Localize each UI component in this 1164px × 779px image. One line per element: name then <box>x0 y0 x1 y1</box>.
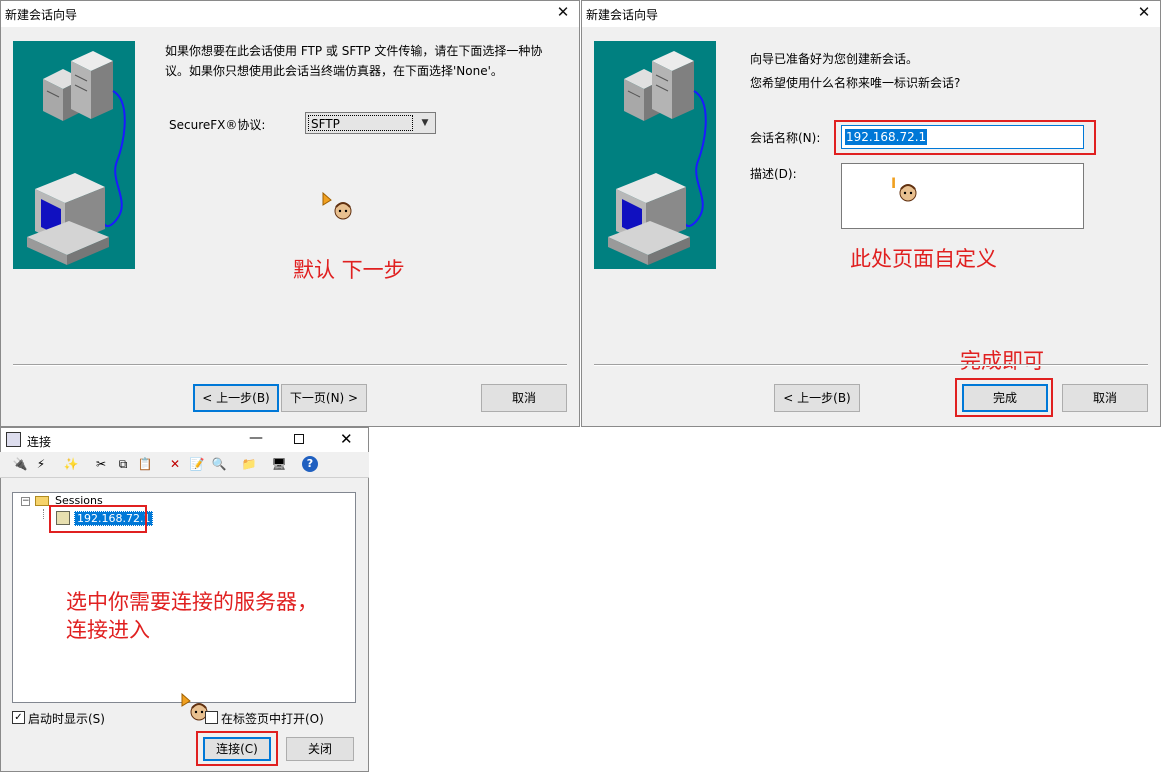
wizard2-titlebar: 新建会话向导 ✕ <box>582 1 1160 27</box>
session-name-highlight <box>834 120 1096 155</box>
finish-button-highlight <box>955 378 1053 417</box>
connect-annotation-line2: 连接进入 <box>66 618 150 642</box>
show-on-startup-label: 启动时显示(S) <box>28 712 105 726</box>
wizard2-separator <box>594 364 1148 366</box>
quick-connect-icon[interactable]: ⚡ <box>33 456 49 472</box>
cut-icon[interactable]: ✂ <box>93 456 109 472</box>
close-icon[interactable]: ✕ <box>340 430 353 448</box>
wizard2-finish-annotation: 完成即可 <box>960 349 1044 373</box>
description-label: 描述(D): <box>750 167 797 181</box>
tree-line <box>43 509 44 519</box>
wizard1-desc-line1: 如果你想要在此会话使用 FTP 或 SFTP 文件传输，请在下面选择一种协 <box>165 44 543 58</box>
wizard2-title: 新建会话向导 <box>586 8 659 22</box>
wizard2-back-button[interactable]: < 上一步(B) <box>774 384 860 412</box>
tree-item-highlight <box>49 505 147 533</box>
wizard1-illustration <box>13 41 135 269</box>
delete-icon[interactable]: ✕ <box>167 456 183 472</box>
server-computer-icon <box>27 51 126 265</box>
show-on-startup-checkbox[interactable]: ✓ <box>12 711 25 724</box>
connect-annotation-line1: 选中你需要连接的服务器， <box>66 590 318 614</box>
wizard2-illustration <box>594 41 716 269</box>
close-icon[interactable]: ✕ <box>555 4 571 20</box>
wizard1-separator <box>13 364 567 366</box>
tree-collapse-icon[interactable]: − <box>21 497 30 506</box>
server-computer-icon <box>608 51 707 265</box>
wizard2-line2: 您希望使用什么名称来唯一标识新会话? <box>750 76 961 90</box>
wizard1-titlebar: 新建会话向导 ✕ <box>1 1 579 27</box>
properties-icon[interactable]: 📝 <box>189 456 205 472</box>
wizard1-description: 如果你想要在此会话使用 FTP 或 SFTP 文件传输，请在下面选择一种协 议。… <box>165 41 565 81</box>
wizard2-page-annotation: 此处页面自定义 <box>850 247 997 271</box>
wizard1-desc-line2: 议。如果你只想使用此会话当终端仿真器，在下面选择'None'。 <box>165 64 503 78</box>
open-in-tab-checkbox[interactable] <box>205 711 218 724</box>
close-button[interactable]: 关闭 <box>286 737 354 761</box>
paste-icon[interactable]: 📋 <box>137 456 153 472</box>
description-input[interactable] <box>841 163 1084 229</box>
session-manager-icon <box>6 432 21 447</box>
wizard2-cancel-button[interactable]: 取消 <box>1062 384 1148 412</box>
help-icon[interactable]: ? <box>302 456 318 472</box>
protocol-label: SecureFX®协议: <box>169 118 266 132</box>
session-name-label: 会话名称(N): <box>750 131 821 145</box>
close-icon[interactable]: ✕ <box>1136 4 1152 20</box>
protocol-dropdown[interactable]: SFTP ▼ <box>305 112 436 134</box>
wizard-window-2: 新建会话向导 ✕ 向导已准备好为您创建新会话。 您希望使用什么名称来唯一标识新会… <box>581 0 1161 427</box>
find-icon[interactable]: 🔍 <box>211 456 227 472</box>
wizard1-back-button[interactable]: < 上一步(B) <box>193 384 279 412</box>
connect-titlebar: 连接 — ✕ <box>1 428 368 452</box>
connect-title: 连接 <box>27 435 52 449</box>
wizard1-title: 新建会话向导 <box>5 8 78 22</box>
open-in-tab-label: 在标签页中打开(O) <box>221 712 324 726</box>
chevron-down-icon[interactable]: ▼ <box>415 113 435 133</box>
cursor-icon <box>322 191 352 220</box>
new-session-icon[interactable]: ✨ <box>63 456 79 472</box>
wizard2-line1: 向导已准备好为您创建新会话。 <box>750 52 919 66</box>
cursor-icon <box>899 184 917 202</box>
copy-icon[interactable]: ⧉ <box>115 456 131 472</box>
connect-icon[interactable]: 🔌 <box>12 456 28 472</box>
minimize-icon[interactable]: — <box>249 430 263 446</box>
session-options-icon[interactable]: 🖥 <box>271 456 287 472</box>
maximize-icon[interactable] <box>294 434 304 444</box>
connect-button-highlight <box>196 731 278 766</box>
wizard1-annotation: 默认 下一步 <box>293 258 405 282</box>
wizard1-next-button[interactable]: 下一页(N) > <box>281 384 367 412</box>
new-folder-icon[interactable]: 📁 <box>241 456 257 472</box>
folder-icon <box>35 496 49 506</box>
wizard-window-1: 新建会话向导 ✕ 如果你想要在此会话使用 FTP 或 SFTP 文件传输，请在下… <box>0 0 580 427</box>
protocol-value: SFTP <box>308 115 413 131</box>
wizard1-cancel-button[interactable]: 取消 <box>481 384 567 412</box>
